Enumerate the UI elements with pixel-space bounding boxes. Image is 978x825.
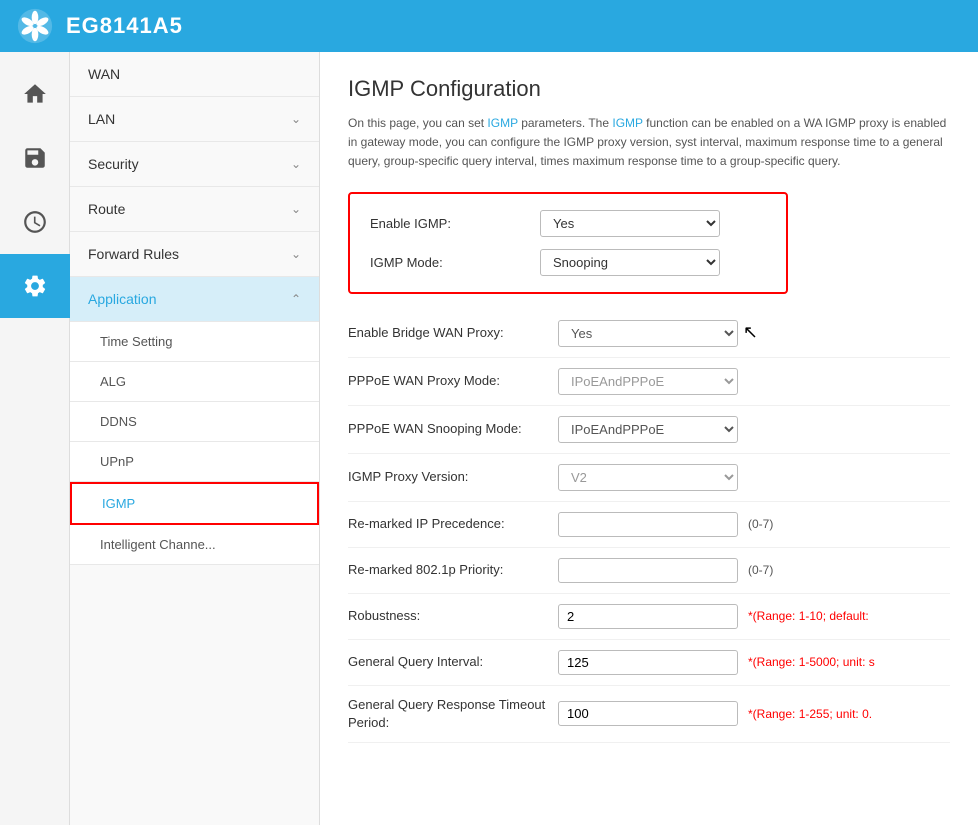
chevron-down-icon: ⌄ <box>291 157 301 171</box>
enable-igmp-row: Enable IGMP: Yes No <box>370 210 766 237</box>
pppoe-snooping-mode-row: PPPoE WAN Snooping Mode: IPoEAndPPPoE IP… <box>348 406 950 454</box>
sidebar-subitem-time-setting[interactable]: Time Setting <box>70 322 319 362</box>
sidebar-label-application: Application <box>88 291 157 307</box>
sidebar-subitem-intelligent-channel[interactable]: Intelligent Channe... <box>70 525 319 565</box>
igmp-link-1[interactable]: IGMP <box>487 116 517 130</box>
sidebar-item-forward-rules[interactable]: Forward Rules ⌄ <box>70 232 319 277</box>
sidebar-label-route: Route <box>88 201 125 217</box>
general-query-interval-hint: *(Range: 1-5000; unit: s <box>748 655 875 669</box>
sidebar-item-lan[interactable]: LAN ⌄ <box>70 97 319 142</box>
sidebar-subitem-upnp[interactable]: UPnP <box>70 442 319 482</box>
igmp-proxy-version-label: IGMP Proxy Version: <box>348 468 548 486</box>
icon-bar-save[interactable] <box>0 126 70 190</box>
general-query-interval-input[interactable] <box>558 650 738 675</box>
robustness-input[interactable] <box>558 604 738 629</box>
sidebar: WAN LAN ⌄ Security ⌄ Route ⌄ Forward Rul… <box>70 52 320 825</box>
pppoe-proxy-mode-select[interactable]: IPoEAndPPPoE IPoE PPPoE <box>558 368 738 395</box>
remarked-802-hint: (0-7) <box>748 563 773 577</box>
chevron-down-icon: ⌄ <box>291 112 301 126</box>
sidebar-label-forward-rules: Forward Rules <box>88 246 179 262</box>
pppoe-snooping-mode-select[interactable]: IPoEAndPPPoE IPoE PPPoE <box>558 416 738 443</box>
remarked-ip-label: Re-marked IP Precedence: <box>348 515 548 533</box>
igmp-mode-row: IGMP Mode: Snooping Proxy <box>370 249 766 276</box>
sidebar-label-security: Security <box>88 156 139 172</box>
bridge-wan-proxy-label: Enable Bridge WAN Proxy: <box>348 324 548 342</box>
sidebar-item-application[interactable]: Application ⌃ <box>70 277 319 322</box>
sidebar-subitem-igmp[interactable]: IGMP <box>70 482 319 525</box>
pppoe-proxy-mode-label: PPPoE WAN Proxy Mode: <box>348 372 548 390</box>
main-content: IGMP Configuration On this page, you can… <box>320 52 978 825</box>
pppoe-snooping-mode-label: PPPoE WAN Snooping Mode: <box>348 420 548 438</box>
pppoe-proxy-mode-row: PPPoE WAN Proxy Mode: IPoEAndPPPoE IPoE … <box>348 358 950 406</box>
remarked-802-input[interactable] <box>558 558 738 583</box>
icon-bar <box>0 52 70 825</box>
igmp-mode-select[interactable]: Snooping Proxy <box>540 249 720 276</box>
general-query-timeout-label: General Query Response Timeout Period: <box>348 696 548 732</box>
sidebar-item-wan[interactable]: WAN <box>70 52 319 97</box>
general-query-timeout-row: General Query Response Timeout Period: *… <box>348 686 950 743</box>
sidebar-subitem-alg[interactable]: ALG <box>70 362 319 402</box>
igmp-config-box: Enable IGMP: Yes No IGMP Mode: Snooping … <box>348 192 788 294</box>
remarked-802-label: Re-marked 802.1p Priority: <box>348 561 548 579</box>
huawei-logo-icon <box>16 7 54 45</box>
general-query-interval-row: General Query Interval: *(Range: 1-5000;… <box>348 640 950 686</box>
remarked-ip-hint: (0-7) <box>748 517 773 531</box>
enable-igmp-select[interactable]: Yes No <box>540 210 720 237</box>
icon-bar-clock[interactable] <box>0 190 70 254</box>
general-query-timeout-hint: *(Range: 1-255; unit: 0. <box>748 707 872 721</box>
form-section: Enable Bridge WAN Proxy: Yes No ↖ PPPoE … <box>348 310 950 743</box>
chevron-up-icon: ⌃ <box>291 292 301 306</box>
header: EG8141A5 <box>0 0 978 52</box>
chevron-down-icon: ⌄ <box>291 202 301 216</box>
sidebar-item-security[interactable]: Security ⌄ <box>70 142 319 187</box>
sidebar-item-route[interactable]: Route ⌄ <box>70 187 319 232</box>
page-title: IGMP Configuration <box>348 76 950 102</box>
enable-igmp-label: Enable IGMP: <box>370 216 530 231</box>
sidebar-subitem-ddns[interactable]: DDNS <box>70 402 319 442</box>
icon-bar-settings[interactable] <box>0 254 70 318</box>
bridge-wan-proxy-row: Enable Bridge WAN Proxy: Yes No ↖ <box>348 310 950 358</box>
igmp-proxy-version-select[interactable]: V2 V3 <box>558 464 738 491</box>
igmp-link-2[interactable]: IGMP <box>612 116 642 130</box>
bridge-wan-proxy-select[interactable]: Yes No <box>558 320 738 347</box>
sidebar-label-lan: LAN <box>88 111 115 127</box>
sidebar-label-wan: WAN <box>88 66 120 82</box>
robustness-row: Robustness: *(Range: 1-10; default: <box>348 594 950 640</box>
robustness-label: Robustness: <box>348 607 548 625</box>
general-query-interval-label: General Query Interval: <box>348 653 548 671</box>
app-title: EG8141A5 <box>66 13 183 39</box>
icon-bar-home[interactable] <box>0 62 70 126</box>
chevron-down-icon: ⌄ <box>291 247 301 261</box>
igmp-mode-label: IGMP Mode: <box>370 255 530 270</box>
page-description: On this page, you can set IGMP parameter… <box>348 114 948 172</box>
general-query-timeout-input[interactable] <box>558 701 738 726</box>
robustness-hint: *(Range: 1-10; default: <box>748 609 869 623</box>
igmp-proxy-version-row: IGMP Proxy Version: V2 V3 <box>348 454 950 502</box>
remarked-ip-input[interactable] <box>558 512 738 537</box>
remarked-ip-row: Re-marked IP Precedence: (0-7) <box>348 502 950 548</box>
remarked-802-row: Re-marked 802.1p Priority: (0-7) <box>348 548 950 594</box>
